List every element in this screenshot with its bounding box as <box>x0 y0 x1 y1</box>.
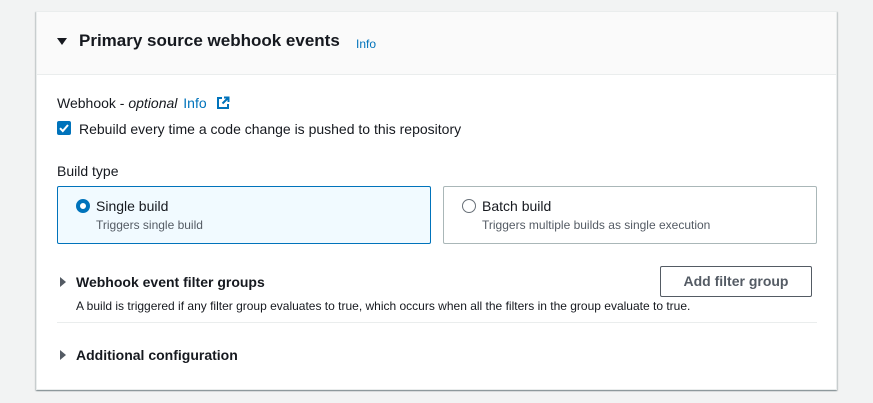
batch-build-radio[interactable] <box>462 199 476 213</box>
caret-down-icon[interactable] <box>57 38 67 45</box>
batch-build-title: Batch build <box>482 198 552 214</box>
external-link-icon[interactable] <box>216 96 230 110</box>
single-build-radio[interactable] <box>76 199 90 213</box>
single-build-tile[interactable]: Single build Triggers single build <box>57 186 431 244</box>
divider <box>57 322 817 323</box>
webhook-events-panel: Primary source webhook events Info Webho… <box>36 11 837 390</box>
filter-groups-toggle[interactable]: Webhook event filter groups <box>76 274 265 290</box>
optional-label: optional <box>128 95 178 111</box>
caret-right-icon[interactable] <box>60 350 66 360</box>
rebuild-checkbox[interactable] <box>57 121 71 135</box>
filter-groups-description: A build is triggered if any filter group… <box>76 299 691 313</box>
panel-title-text: Primary source webhook events <box>79 31 340 50</box>
batch-build-description: Triggers multiple builds as single execu… <box>482 218 711 232</box>
build-type-label: Build type <box>57 163 119 179</box>
webhook-label-text: Webhook - <box>57 95 129 111</box>
header-info-link[interactable]: Info <box>356 37 376 51</box>
webhook-label: Webhook - optional Info <box>57 95 207 111</box>
single-build-description: Triggers single build <box>96 218 203 232</box>
single-build-title: Single build <box>96 198 169 214</box>
add-filter-group-button[interactable]: Add filter group <box>660 266 812 297</box>
panel-title: Primary source webhook events <box>79 31 340 51</box>
panel-header[interactable]: Primary source webhook events Info <box>37 12 836 75</box>
webhook-info-link[interactable]: Info <box>183 95 206 111</box>
rebuild-checkbox-label[interactable]: Rebuild every time a code change is push… <box>79 121 461 137</box>
caret-right-icon[interactable] <box>60 277 66 287</box>
checkmark-icon <box>59 124 69 133</box>
batch-build-tile[interactable]: Batch build Triggers multiple builds as … <box>443 186 817 244</box>
additional-configuration-toggle[interactable]: Additional configuration <box>76 347 238 363</box>
